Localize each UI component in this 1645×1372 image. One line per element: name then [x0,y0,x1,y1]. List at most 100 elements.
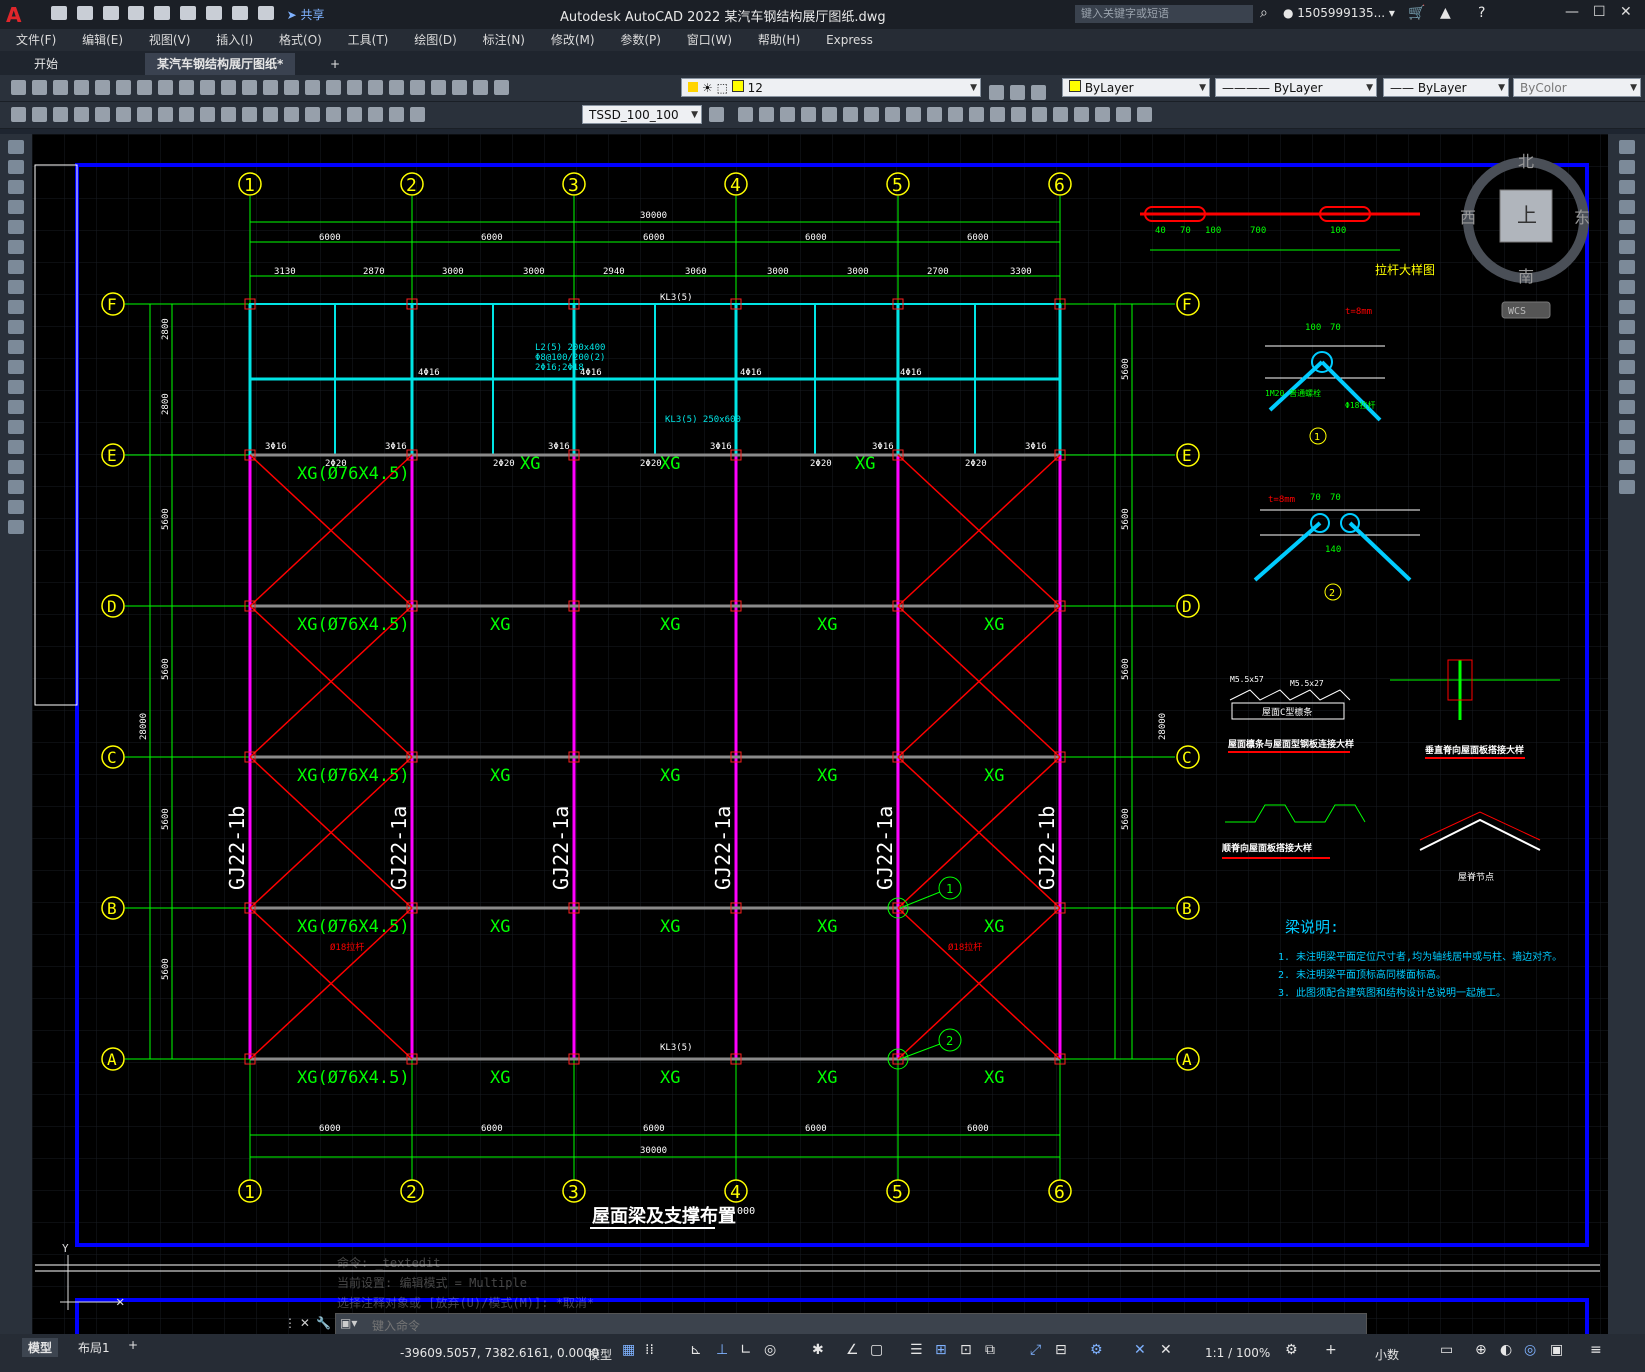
wcs-menu[interactable]: WCS [1508,306,1526,317]
viewcube-west[interactable]: 西 [1460,208,1476,227]
hardware-accel-icon[interactable]: ◎ [1524,1342,1536,1358]
copy-icon[interactable] [1618,160,1635,174]
chamfer-icon[interactable] [1618,420,1635,434]
point-icon[interactable] [8,400,24,414]
annotation-scale-icon[interactable]: ✕ [1134,1342,1146,1358]
dim-edit-icon[interactable] [368,107,383,122]
3d-osnap-icon[interactable]: ⊞ [935,1342,947,1358]
calculator-icon[interactable] [452,80,467,95]
arc-icon[interactable] [8,240,24,254]
viewcube-top[interactable]: 上 [1517,203,1537,227]
dim-continue-icon[interactable] [221,107,236,122]
copy-icon[interactable] [158,80,173,95]
snap-icon[interactable]: ⁞⁞ [645,1342,654,1358]
dim-radius-icon[interactable] [95,107,110,122]
spline-icon[interactable] [8,300,24,314]
extend-icon[interactable] [1618,340,1635,354]
coordinates-readout[interactable]: -39609.5057, 7382.6161, 0.0000 [400,1346,599,1360]
isodraft-icon[interactable]: ∟ [740,1342,752,1358]
trim-icon[interactable] [1618,320,1635,334]
model-space-toggle[interactable]: 模型 [588,1346,612,1363]
lineweight-dropdown[interactable]: —— ByLayer ▼ [1383,78,1509,97]
menu-parametric[interactable]: 参数(P) [620,29,661,51]
dim-ordinate-icon[interactable] [74,107,89,122]
scale-icon[interactable] [885,107,900,122]
dim-aligned-icon[interactable] [32,107,47,122]
add-selected-icon[interactable] [8,520,24,534]
array-icon[interactable] [822,107,837,122]
trim-icon[interactable] [927,107,942,122]
plotstyle-dropdown[interactable]: ByColor ▼ [1513,78,1641,97]
hatch-icon[interactable] [8,420,24,434]
undo-icon[interactable] [221,80,236,95]
command-close-icon[interactable]: ⋮ ✕ [284,1316,310,1330]
design-center-icon[interactable] [368,80,383,95]
point-icon[interactable] [1116,107,1131,122]
menu-insert[interactable]: 插入(I) [216,29,253,51]
menu-tools[interactable]: 工具(T) [348,29,389,51]
make-current-icon[interactable] [989,85,1004,100]
settings-icon[interactable]: ⚙ [1285,1342,1298,1358]
share-button[interactable]: ➤ 共享 [287,6,325,23]
redo-icon[interactable] [257,6,274,20]
fillet-icon[interactable] [1618,440,1635,454]
fillet-icon[interactable] [1032,107,1047,122]
explode-icon[interactable] [1618,480,1635,494]
sheet-set-icon[interactable] [410,80,425,95]
plus-icon[interactable]: + [1325,1342,1337,1358]
revcloud-icon[interactable] [8,280,24,294]
viewport-scale[interactable]: 1:1 / 100% [1205,1346,1270,1360]
dimstyle-icon[interactable] [709,107,724,122]
stretch-icon[interactable] [906,107,921,122]
dim-linear-icon[interactable] [11,107,26,122]
menu-view[interactable]: 视图(V) [149,29,191,51]
insert-block-icon[interactable] [1074,107,1089,122]
a360-icon[interactable]: ▲ [1440,5,1451,21]
break-icon[interactable] [969,107,984,122]
dim-break-icon[interactable] [263,107,278,122]
join-icon[interactable] [1618,400,1635,414]
dim-angular-icon[interactable] [158,107,173,122]
array-icon[interactable] [1618,220,1635,234]
erase-icon[interactable] [1618,140,1635,154]
copy-object-icon[interactable] [759,107,774,122]
stretch-icon[interactable] [1618,300,1635,314]
gizmo-icon[interactable]: ⤢ [1030,1342,1041,1358]
ellipse-arc-icon[interactable] [8,340,24,354]
layer-match-icon[interactable] [1031,85,1046,100]
drawing-canvas[interactable]: 1 1 2 2 3 3 4 4 5 5 6 6 F F E E D D C C B B A A 30000 6000 6000 600… [32,134,1608,1342]
annotation-visibility-icon[interactable]: ⊟ [1055,1342,1067,1358]
ellipse-icon[interactable] [8,320,24,334]
autocad-logo-icon[interactable]: A [6,4,28,26]
user-account[interactable]: ● 1505999135... ▾ [1283,6,1395,20]
mtext-icon[interactable] [8,500,24,514]
polygon-icon[interactable] [8,200,24,214]
help-icon[interactable]: ? [1478,5,1485,21]
match-icon[interactable] [200,80,215,95]
dimstyle-dropdown[interactable]: TSSD_100_100 ▼ [582,105,702,124]
new-icon[interactable] [51,6,67,20]
move-icon[interactable] [1618,240,1635,254]
layout1-tab[interactable]: 布局1 [72,1338,116,1357]
undo-icon[interactable] [231,6,248,20]
save-icon[interactable] [102,6,119,20]
rotate-icon[interactable] [864,107,879,122]
plot-icon[interactable] [205,6,222,20]
tool-palette-icon[interactable] [389,80,404,95]
preview-icon[interactable] [95,80,110,95]
paste-icon[interactable] [179,80,194,95]
scale-icon[interactable] [1618,280,1635,294]
customize-icon[interactable]: 🔧 [316,1316,331,1330]
quick-dim-icon[interactable] [179,107,194,122]
help-icon[interactable] [473,80,488,95]
tab-drawing[interactable]: 某汽车钢结构展厅图纸* [145,53,296,75]
transparency-icon[interactable]: ▢ [870,1342,883,1358]
close-icon[interactable]: ✕ [1620,4,1632,20]
open-icon[interactable] [32,80,47,95]
chamfer-icon[interactable] [1011,107,1026,122]
tab-add-button[interactable]: + [318,53,352,75]
command-prompt-icon[interactable]: ▣▾ [340,1316,357,1330]
zoom-prev-icon[interactable] [326,80,341,95]
workspace-icon[interactable]: ⚙ [1090,1342,1103,1358]
pan-icon[interactable] [263,80,278,95]
